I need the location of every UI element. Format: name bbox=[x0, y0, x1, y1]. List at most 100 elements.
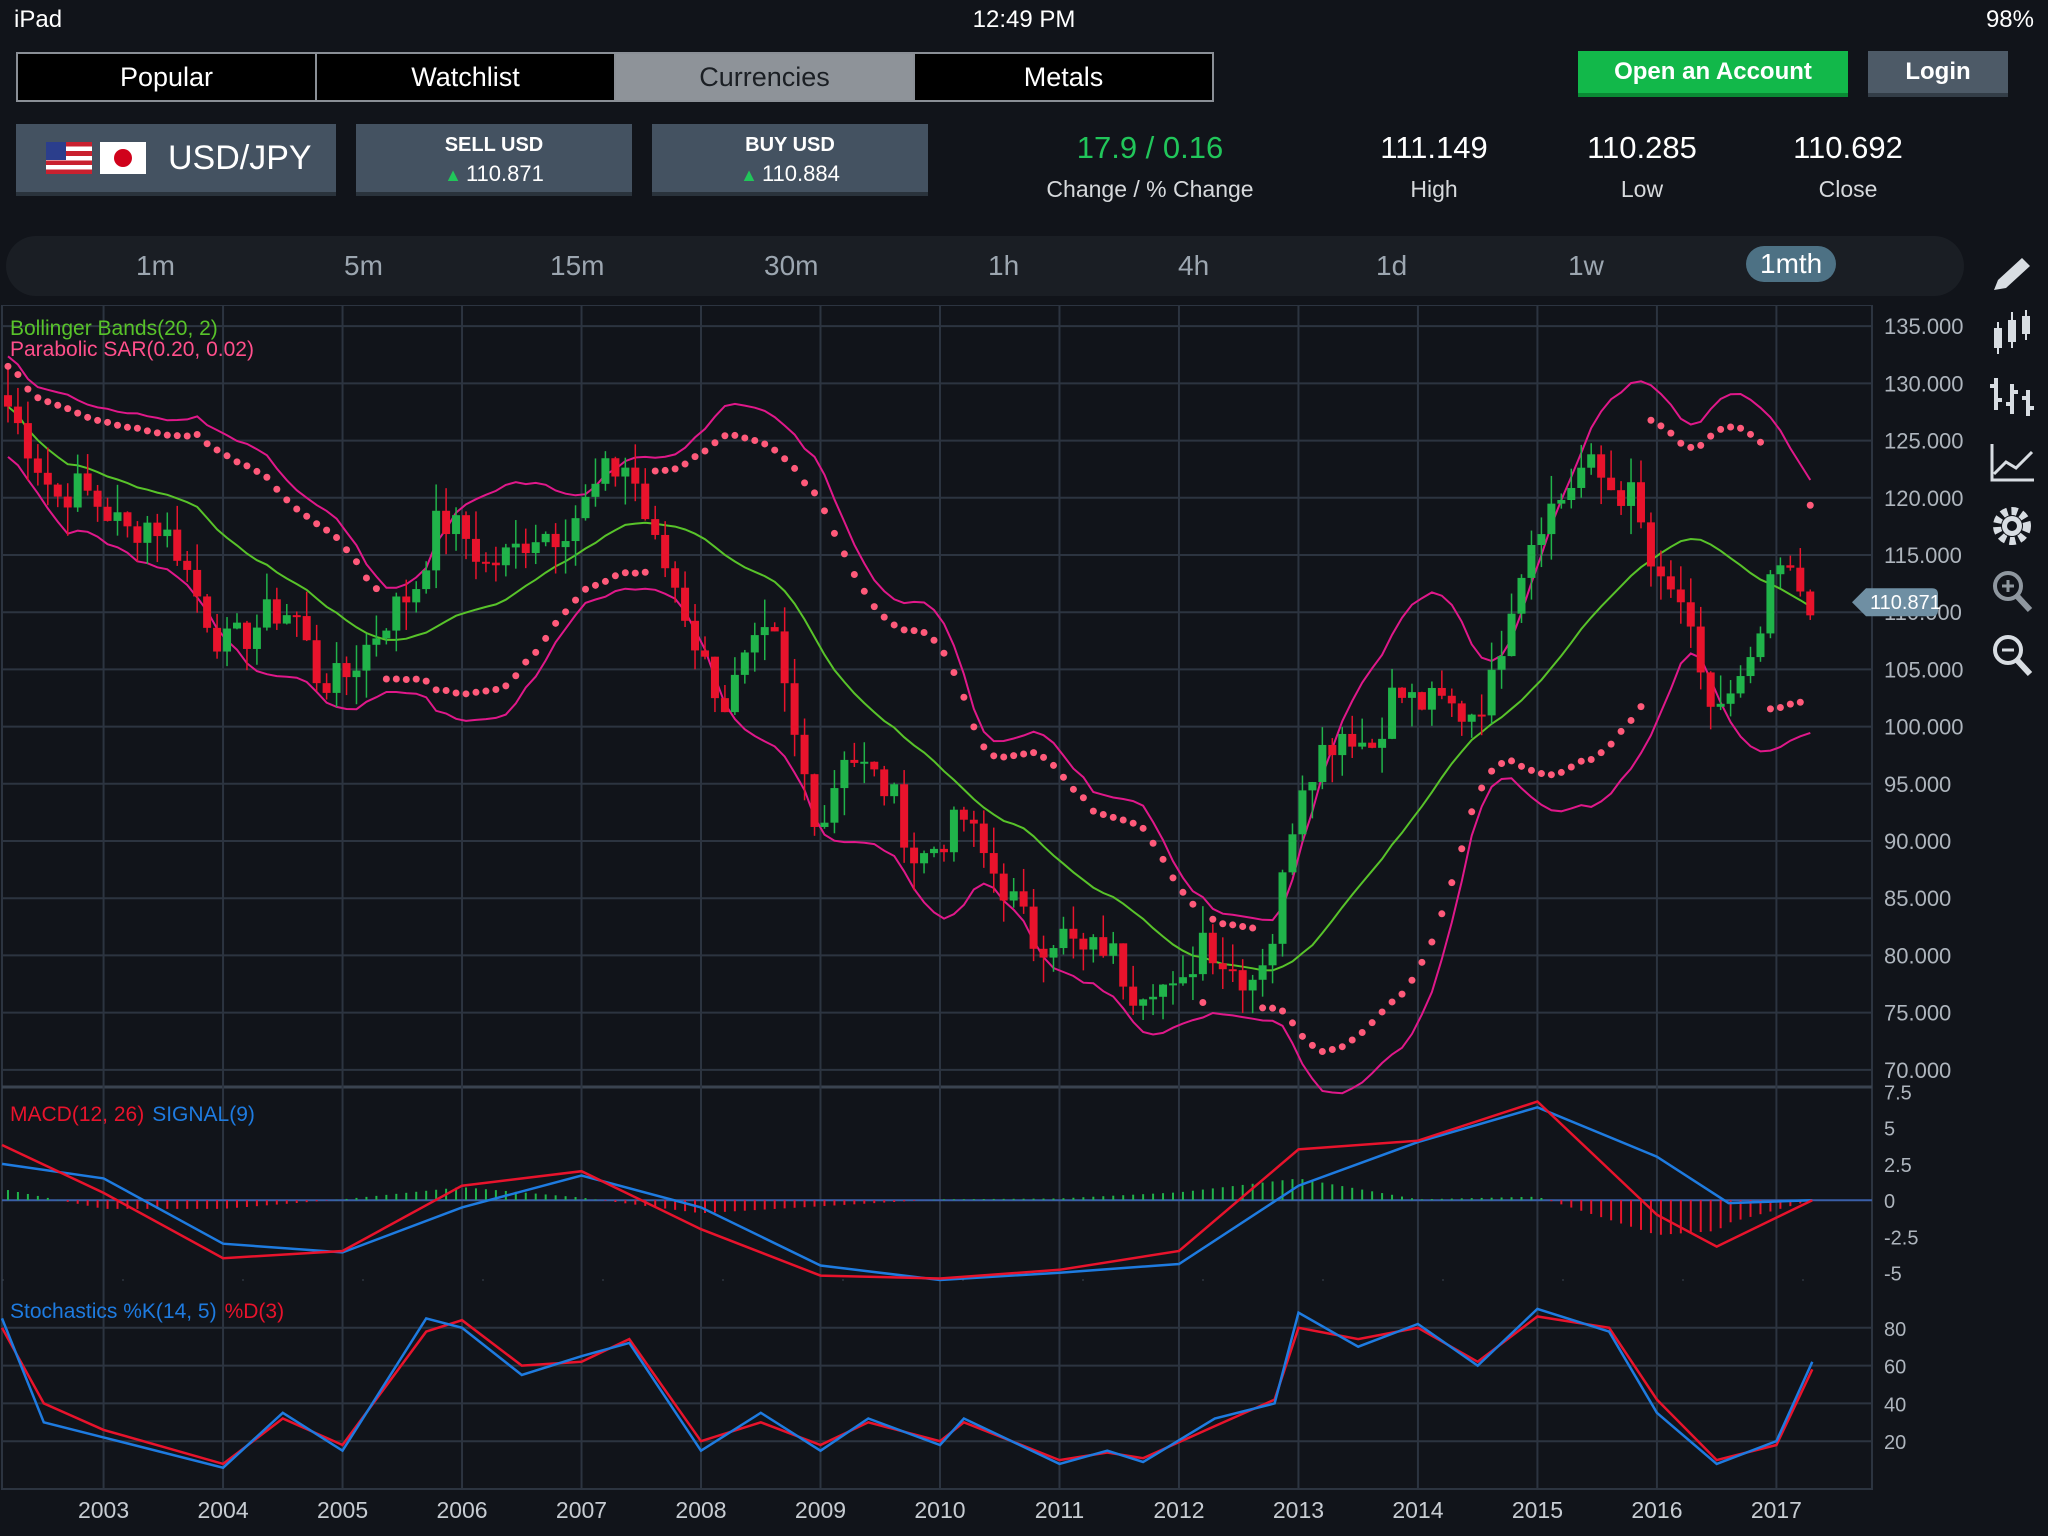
candle-body bbox=[23, 423, 32, 459]
x-tick-label: 2009 bbox=[795, 1497, 846, 1523]
candle-body bbox=[1079, 938, 1088, 950]
buy-button[interactable]: BUY USD ▲ 110.884 bbox=[652, 124, 928, 196]
candle-body bbox=[979, 823, 988, 854]
macd-y-tick-label: 2.5 bbox=[1884, 1155, 1912, 1177]
timeframe-1d[interactable]: 1d bbox=[1376, 250, 1407, 282]
candle-body bbox=[3, 395, 12, 407]
sar-dot bbox=[84, 413, 92, 421]
timeframe-15m[interactable]: 15m bbox=[550, 250, 604, 282]
sar-dot bbox=[1527, 766, 1535, 774]
candle-body bbox=[541, 533, 550, 543]
candle-body bbox=[183, 560, 192, 570]
sar-dot bbox=[522, 658, 530, 666]
x-tick-label: 2012 bbox=[1153, 1497, 1204, 1523]
instrument-selector[interactable]: USD/JPY bbox=[16, 124, 336, 196]
sar-dot bbox=[1179, 888, 1187, 896]
login-button[interactable]: Login bbox=[1868, 51, 2008, 97]
sar-dot bbox=[950, 668, 958, 676]
sar-dot bbox=[1766, 705, 1774, 713]
candle-body bbox=[511, 543, 520, 548]
sar-dot bbox=[870, 603, 878, 611]
sar-dot bbox=[1069, 785, 1077, 793]
sar-dot bbox=[671, 465, 679, 473]
tab-currencies[interactable]: Currencies bbox=[616, 54, 915, 100]
timeframe-4h[interactable]: 4h bbox=[1178, 250, 1209, 282]
timeframe-30m[interactable]: 30m bbox=[764, 250, 818, 282]
macd-y-tick-label: -5 bbox=[1884, 1264, 1902, 1286]
candle-body bbox=[362, 644, 371, 671]
macd-y-tick-label: -2.5 bbox=[1884, 1227, 1918, 1249]
sar-dot bbox=[343, 546, 351, 554]
candle-body bbox=[33, 458, 42, 473]
pencil-icon[interactable] bbox=[1982, 250, 2042, 302]
sar-dot bbox=[34, 394, 42, 402]
clock: 12:49 PM bbox=[972, 6, 1076, 33]
candle-body bbox=[1447, 695, 1456, 704]
close-label: Close bbox=[1818, 176, 1878, 202]
candle-body bbox=[800, 734, 809, 775]
sar-dot bbox=[412, 675, 420, 683]
sar-dot bbox=[1557, 768, 1565, 776]
candle-body bbox=[1756, 633, 1765, 658]
timeframe-1w[interactable]: 1w bbox=[1568, 250, 1604, 282]
open-account-button[interactable]: Open an Account bbox=[1578, 51, 1848, 97]
sar-dot bbox=[114, 421, 122, 429]
candle-body bbox=[920, 853, 929, 864]
candle-body bbox=[740, 652, 749, 675]
sell-label: SELL USD bbox=[444, 134, 544, 156]
sar-dot bbox=[1508, 757, 1516, 765]
sar-dot bbox=[1458, 845, 1466, 853]
candle-body bbox=[1019, 891, 1028, 907]
sar-dot bbox=[611, 572, 619, 580]
sar-dot bbox=[1786, 700, 1794, 708]
timeframe-5m[interactable]: 5m bbox=[344, 250, 383, 282]
tab-watchlist[interactable]: Watchlist bbox=[317, 54, 616, 100]
tab-popular[interactable]: Popular bbox=[18, 54, 317, 100]
candle-body bbox=[1198, 932, 1207, 975]
y-tick-label: 105.000 bbox=[1884, 657, 1964, 682]
price-chart[interactable]: 2003 2004 2005 2006 2007 2008 2009 2010 2011 2012… bbox=[0, 305, 2048, 1536]
stoch-d-legend-name: %D(3) bbox=[225, 1300, 285, 1323]
candle-body bbox=[232, 622, 241, 629]
sar-dot bbox=[1488, 767, 1496, 775]
x-tick-label: 2007 bbox=[556, 1497, 607, 1523]
sar-dot bbox=[1040, 753, 1048, 761]
candle-body bbox=[1288, 834, 1297, 873]
candle-body bbox=[910, 847, 919, 864]
sell-button[interactable]: SELL USD ▲ 110.871 bbox=[356, 124, 632, 196]
sar-dot bbox=[313, 520, 321, 528]
sar-dot bbox=[64, 405, 72, 413]
candle-body bbox=[1039, 948, 1048, 958]
sar-dot bbox=[323, 526, 331, 534]
sar-dot bbox=[641, 568, 649, 576]
sar-dot bbox=[582, 585, 590, 593]
candle-body bbox=[471, 538, 480, 562]
candle-body bbox=[631, 467, 640, 484]
candle-body bbox=[790, 683, 799, 735]
sar-dot bbox=[1607, 740, 1615, 748]
sar-dot bbox=[1398, 990, 1406, 998]
timeframe-1mth[interactable]: 1mth bbox=[1746, 246, 1837, 282]
candle-body bbox=[1348, 733, 1357, 747]
sar-dot bbox=[1189, 900, 1197, 908]
candle-body bbox=[1577, 467, 1586, 488]
sar-dot bbox=[482, 687, 490, 695]
candle-body bbox=[1268, 943, 1277, 966]
tab-metals[interactable]: Metals bbox=[915, 54, 1212, 100]
timeframe-1m[interactable]: 1m bbox=[136, 250, 175, 282]
sar-dot bbox=[621, 569, 629, 577]
candle-body bbox=[830, 788, 839, 823]
candle-body bbox=[501, 547, 510, 566]
sar-dot bbox=[163, 431, 171, 439]
sar-dot bbox=[970, 723, 978, 731]
candle-body bbox=[621, 467, 630, 477]
timeframe-1h[interactable]: 1h bbox=[988, 250, 1019, 282]
sar-dot bbox=[263, 473, 271, 481]
candle-body bbox=[651, 519, 660, 535]
x-tick-label: 2017 bbox=[1751, 1497, 1802, 1523]
x-tick-label: 2003 bbox=[78, 1497, 129, 1523]
sar-dot bbox=[402, 675, 410, 683]
macd-legend: MACD(12, 26) SIGNAL(9) bbox=[10, 1103, 255, 1126]
candle-body bbox=[561, 541, 570, 548]
sar-dot bbox=[1109, 813, 1117, 821]
